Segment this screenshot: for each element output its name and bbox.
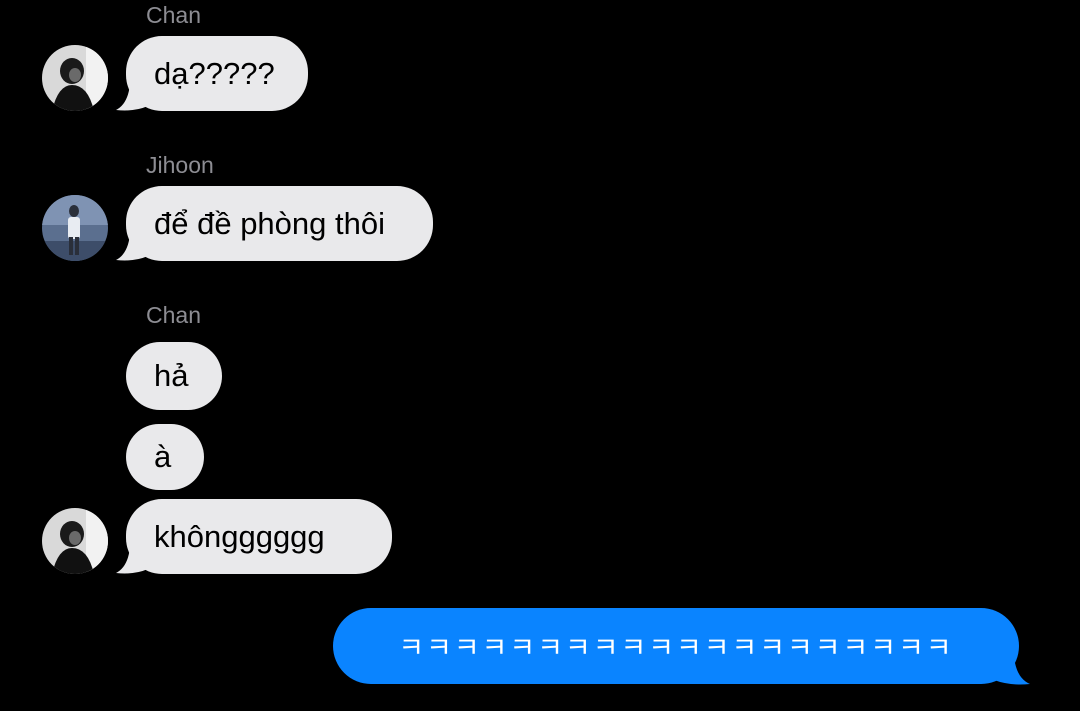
jihoon-avatar[interactable] — [42, 195, 108, 261]
outgoing-bubble-tail — [994, 656, 1030, 685]
message-bubble[interactable]: à — [126, 424, 204, 490]
outgoing-message-text: ㅋㅋㅋㅋㅋㅋㅋㅋㅋㅋㅋㅋㅋㅋㅋㅋㅋㅋㅋㅋ — [398, 631, 954, 664]
message-text: khôngggggg — [154, 518, 325, 554]
chan-avatar-icon — [42, 508, 108, 574]
message-bubble[interactable]: dạ????? — [126, 36, 308, 111]
bubble-tail — [116, 84, 148, 111]
message-text: để đề phòng thôi — [154, 205, 385, 241]
sender-name-jihoon: Jihoon — [146, 152, 214, 178]
message-text: à — [154, 439, 172, 474]
message-text: hả — [154, 358, 189, 393]
outgoing-message-bubble[interactable]: ㅋㅋㅋㅋㅋㅋㅋㅋㅋㅋㅋㅋㅋㅋㅋㅋㅋㅋㅋㅋ — [333, 608, 1019, 684]
chan-avatar[interactable] — [42, 45, 108, 111]
bubble-tail — [116, 234, 148, 261]
message-bubble[interactable]: hả — [126, 342, 222, 410]
bubble-tail — [116, 547, 148, 574]
message-bubble[interactable]: để đề phòng thôi — [126, 186, 433, 261]
jihoon-avatar-icon — [42, 195, 108, 261]
message-text: dạ????? — [154, 55, 275, 91]
sender-name-chan: Chan — [146, 2, 201, 28]
chan-avatar-icon — [42, 45, 108, 111]
chan-avatar[interactable] — [42, 508, 108, 574]
sender-name-chan: Chan — [146, 302, 201, 328]
message-bubble[interactable]: khôngggggg — [126, 499, 392, 574]
